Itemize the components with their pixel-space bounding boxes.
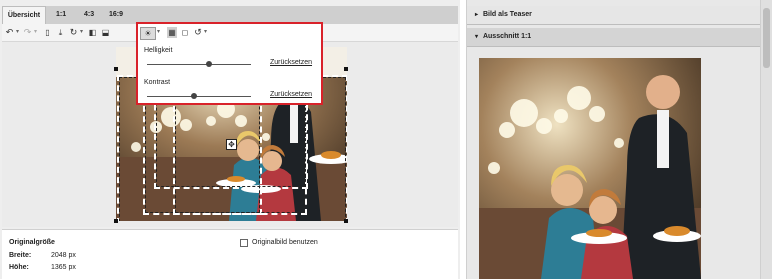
height-label: Höhe: [9,264,29,271]
width-value: 2048 px [51,252,76,259]
chevron-down-icon[interactable]: ▾ [79,27,84,38]
download-icon[interactable]: ⤓ [56,27,65,38]
crop-preview-image [479,58,701,279]
move-handle-icon[interactable]: ✥ [226,139,237,150]
contrast-slider-knob[interactable] [190,93,197,99]
resize-handle-bottom-right[interactable] [344,219,348,223]
redo-icon[interactable]: ↷ [23,27,32,38]
width-label: Breite: [9,252,32,259]
brightness-slider-knob[interactable] [206,61,213,67]
flip-vertical-icon[interactable]: ⬓ [101,27,110,38]
popup-toolbar: ☀ ▾ ▦ ◻ ↺ ▾ [140,26,320,40]
height-value: 1365 px [51,264,76,271]
chevron-down-icon[interactable]: ▾ [203,27,208,38]
chevron-down-icon: ▾ [475,34,479,40]
contrast-slider-track[interactable] [147,96,251,97]
use-original-checkbox[interactable] [240,239,248,247]
delete-icon[interactable]: ▯ [43,27,52,38]
tab-16-9[interactable]: 16:9 [109,6,123,24]
grid-icon[interactable]: ▦ [167,27,177,38]
tab-overview[interactable]: Übersicht [2,6,46,25]
undo-icon[interactable]: ↶ [5,27,14,38]
reset-rotation-icon[interactable]: ↺ [193,27,203,38]
contrast-reset-link[interactable]: Zurücksetzen [270,91,312,98]
brightness-icon[interactable]: ☀ [140,27,156,40]
use-original-label: Originalbild benutzen [252,239,318,246]
chevron-down-icon[interactable]: ▾ [33,27,38,38]
scrollbar-thumb[interactable] [763,8,770,68]
resize-handle-bottom-left[interactable] [114,219,118,223]
restaurant-photo-crop [479,58,701,279]
brightness-reset-link[interactable]: Zurücksetzen [270,59,312,66]
original-size-heading: Originalgröße [9,239,55,246]
vertical-scrollbar[interactable] [760,0,772,279]
brightness-slider-track[interactable] [147,64,251,65]
crop-icon[interactable]: ◻ [180,27,190,38]
tab-4-3[interactable]: 4:3 [84,6,94,24]
chevron-right-icon: ▸ [475,12,479,18]
teaser-section-header[interactable]: ▸ Bild als Teaser [467,6,772,25]
tab-1-1[interactable]: 1:1 [56,6,66,24]
crop-section-header[interactable]: ▾ Ausschnitt 1:1 [467,28,772,47]
brightness-contrast-popup: ☀ ▾ ▦ ◻ ↺ ▾ Helligkeit Zurücksetzen Kont… [136,22,323,105]
resize-handle-top-right[interactable] [344,67,348,71]
brightness-label: Helligkeit [144,47,173,54]
crop-section-title: Ausschnitt 1:1 [482,33,532,40]
image-editor-panel: Übersicht 1:1 4:3 16:9 ↶ ▾ ↷ ▾ ▯ ⤓ ↻ ▾ ◧… [0,0,460,280]
teaser-section-title: Bild als Teaser [482,11,532,18]
chevron-down-icon[interactable]: ▾ [156,27,161,38]
rotate-icon[interactable]: ↻ [69,27,78,38]
resize-handle-top-left[interactable] [114,67,118,71]
flip-horizontal-icon[interactable]: ◧ [88,27,97,38]
contrast-label: Kontrast [144,79,171,86]
chevron-down-icon[interactable]: ▾ [15,27,20,38]
image-info-panel: Originalgröße Breite: 2048 px Höhe: 1365… [2,229,458,280]
